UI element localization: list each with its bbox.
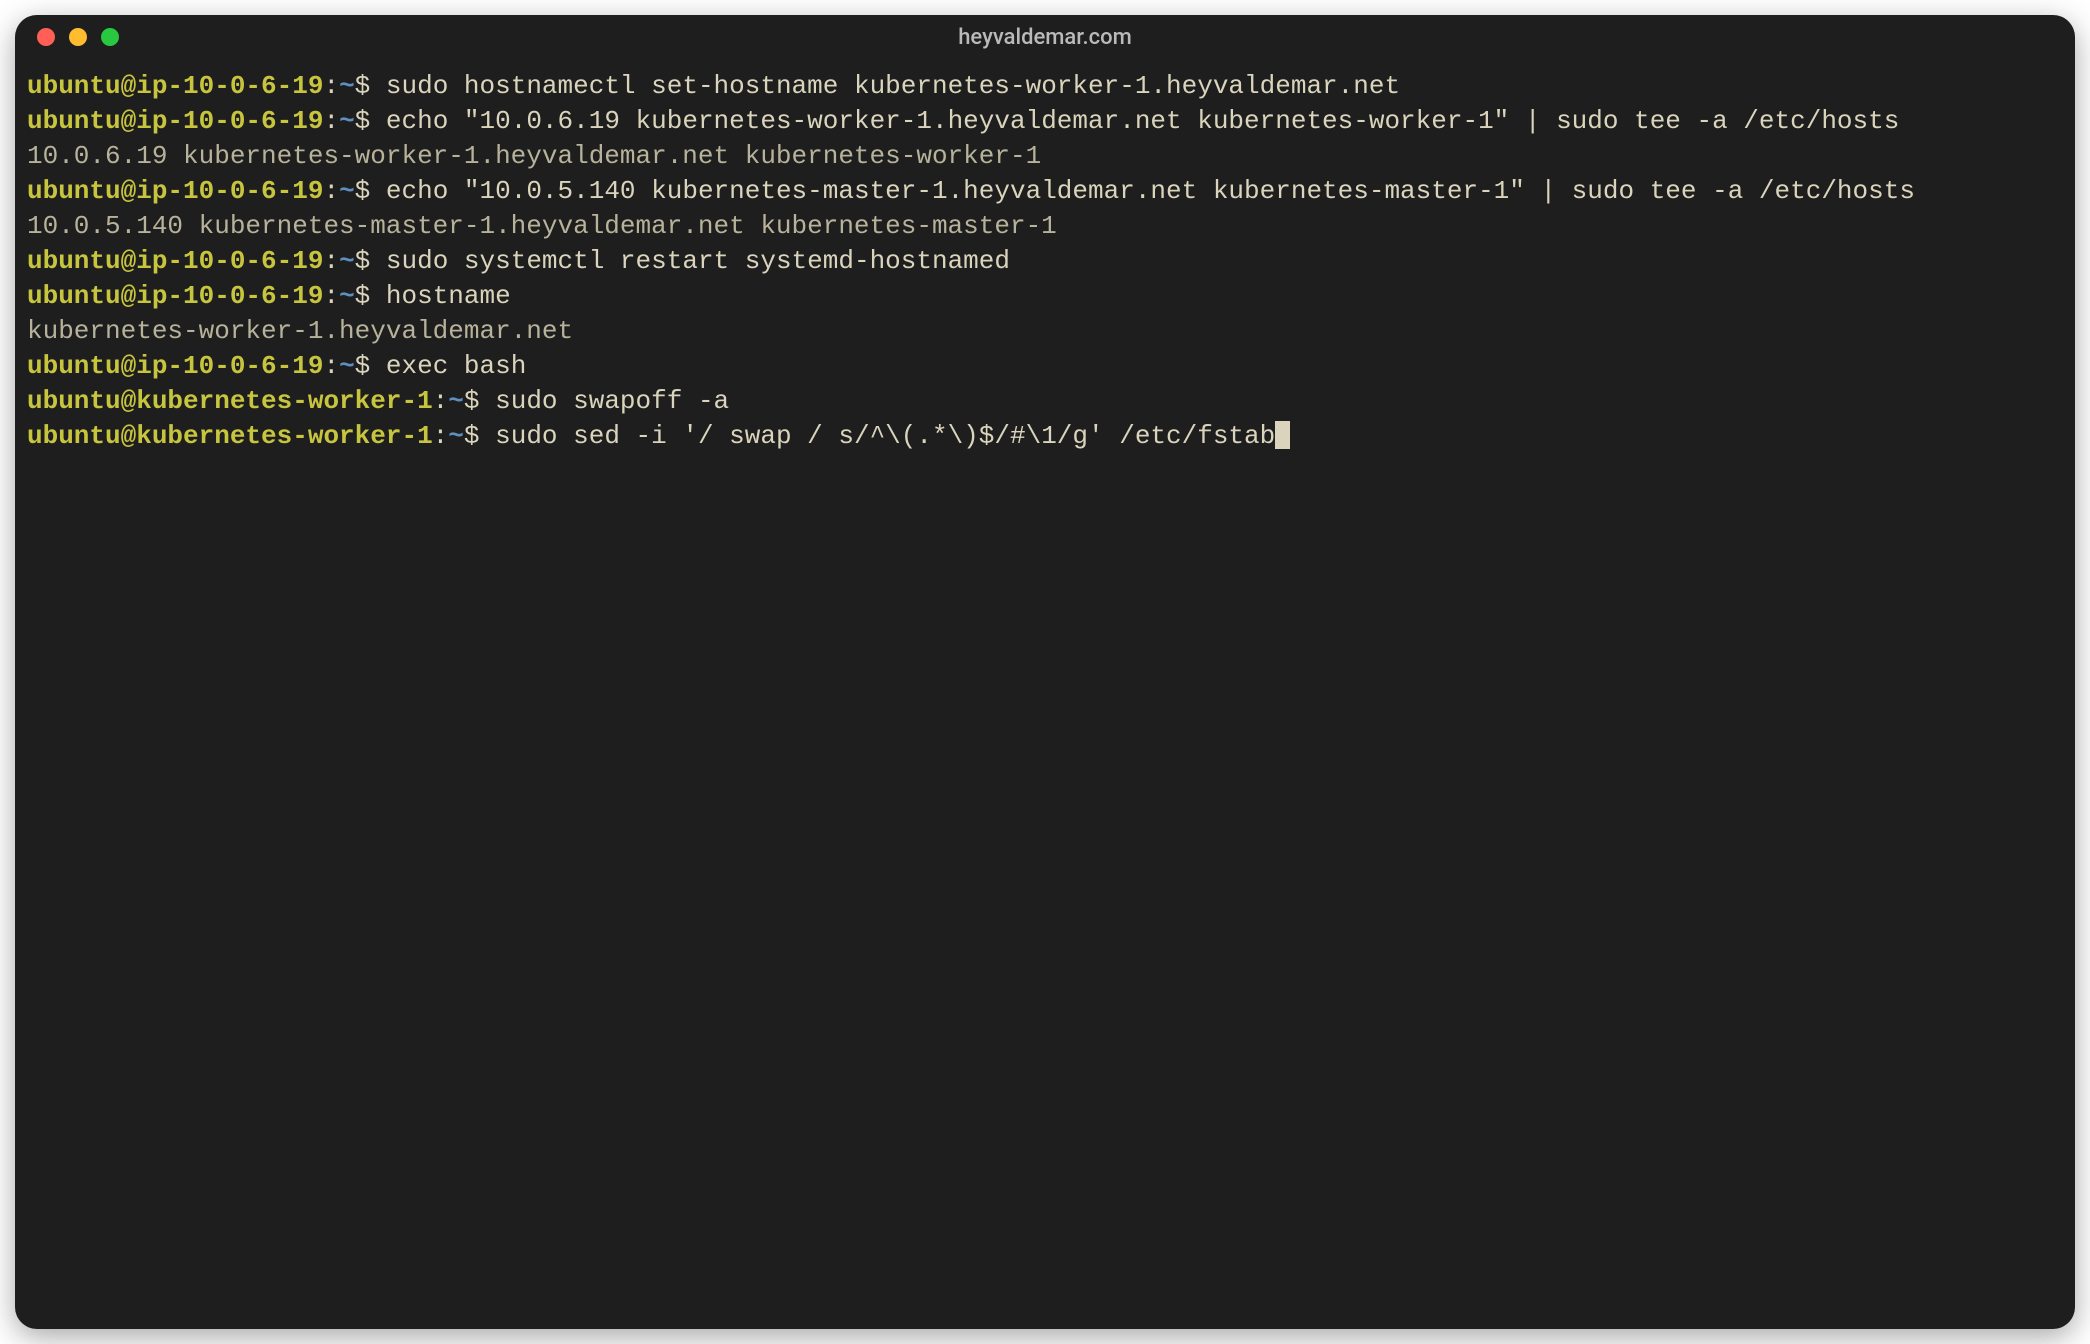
- command-text: exec bash: [386, 351, 526, 381]
- command-text: hostname: [386, 281, 511, 311]
- prompt-user: ubuntu@ip-10-0-6-19: [27, 281, 323, 311]
- prompt-symbol: $: [355, 351, 386, 381]
- prompt-sep: :: [323, 176, 339, 206]
- output-text: kubernetes-worker-1.heyvaldemar.net: [27, 316, 573, 346]
- prompt-user: ubuntu@ip-10-0-6-19: [27, 106, 323, 136]
- window-title: heyvaldemar.com: [15, 25, 2075, 50]
- prompt-user: ubuntu@ip-10-0-6-19: [27, 351, 323, 381]
- prompt-path: ~: [339, 71, 355, 101]
- prompt-sep: :: [323, 71, 339, 101]
- prompt-user: ubuntu@kubernetes-worker-1: [27, 386, 433, 416]
- prompt-path: ~: [448, 421, 464, 451]
- prompt-sep: :: [323, 351, 339, 381]
- prompt-sep: :: [323, 106, 339, 136]
- prompt-symbol: $: [355, 71, 386, 101]
- prompt-sep: :: [433, 386, 449, 416]
- prompt-sep: :: [323, 281, 339, 311]
- prompt-sep: :: [433, 421, 449, 451]
- cursor-icon: [1275, 421, 1290, 449]
- prompt-symbol: $: [355, 281, 386, 311]
- terminal-body[interactable]: ubuntu@ip-10-0-6-19:~$ sudo hostnamectl …: [15, 59, 2075, 1329]
- command-text: echo "10.0.6.19 kubernetes-worker-1.heyv…: [386, 106, 1899, 136]
- close-icon[interactable]: [37, 28, 55, 46]
- prompt-sep: :: [323, 246, 339, 276]
- prompt-symbol: $: [355, 106, 386, 136]
- output-text: 10.0.6.19 kubernetes-worker-1.heyvaldema…: [27, 141, 1041, 171]
- command-text: echo "10.0.5.140 kubernetes-master-1.hey…: [386, 176, 1915, 206]
- prompt-path: ~: [339, 351, 355, 381]
- prompt-user: ubuntu@ip-10-0-6-19: [27, 246, 323, 276]
- prompt-user: ubuntu@ip-10-0-6-19: [27, 176, 323, 206]
- prompt-symbol: $: [355, 176, 386, 206]
- prompt-path: ~: [448, 386, 464, 416]
- prompt-path: ~: [339, 176, 355, 206]
- traffic-lights: [15, 28, 119, 46]
- prompt-user: ubuntu@ip-10-0-6-19: [27, 71, 323, 101]
- prompt-symbol: $: [464, 386, 495, 416]
- titlebar: heyvaldemar.com: [15, 15, 2075, 59]
- prompt-symbol: $: [464, 421, 495, 451]
- command-text: sudo sed -i '/ swap / s/^\(.*\)$/#\1/g' …: [495, 421, 1275, 451]
- output-text: 10.0.5.140 kubernetes-master-1.heyvaldem…: [27, 211, 1057, 241]
- prompt-symbol: $: [355, 246, 386, 276]
- terminal-window: heyvaldemar.com ubuntu@ip-10-0-6-19:~$ s…: [15, 15, 2075, 1329]
- prompt-path: ~: [339, 106, 355, 136]
- command-text: sudo hostnamectl set-hostname kubernetes…: [386, 71, 1400, 101]
- maximize-icon[interactable]: [101, 28, 119, 46]
- prompt-path: ~: [339, 246, 355, 276]
- prompt-user: ubuntu@kubernetes-worker-1: [27, 421, 433, 451]
- command-text: sudo swapoff -a: [495, 386, 729, 416]
- command-text: sudo systemctl restart systemd-hostnamed: [386, 246, 1010, 276]
- prompt-path: ~: [339, 281, 355, 311]
- minimize-icon[interactable]: [69, 28, 87, 46]
